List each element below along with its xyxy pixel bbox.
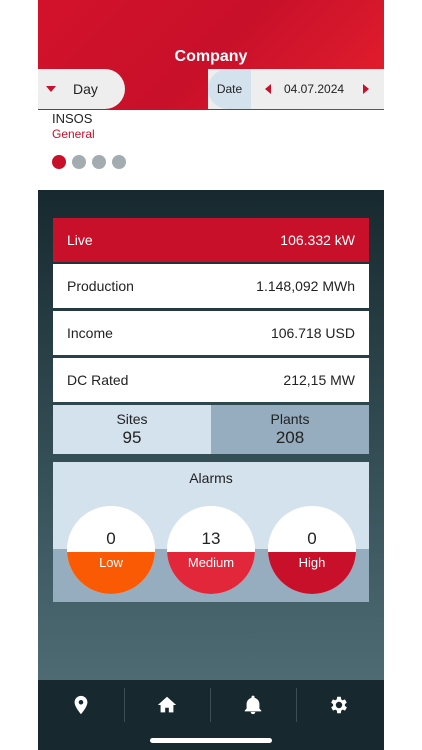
alarm-low-badge[interactable]: 0 Low: [67, 506, 155, 594]
page-indicator: [52, 155, 126, 169]
header: Company Day Date 04.07.2024: [38, 0, 384, 110]
alarm-medium-badge[interactable]: 13 Medium: [167, 506, 255, 594]
live-label: Live: [67, 232, 93, 248]
dc-rated-label: DC Rated: [67, 372, 129, 388]
alarms-title: Alarms: [189, 470, 233, 486]
alarm-medium-label: Medium: [187, 555, 235, 570]
dc-rated-row[interactable]: DC Rated 212,15 MW: [53, 358, 369, 402]
alarms-section: Alarms 0 Low 13 Medium 0 High: [53, 462, 369, 602]
plants-value: 208: [275, 428, 305, 447]
page-dot-2[interactable]: [72, 155, 86, 169]
tab-home[interactable]: [124, 680, 210, 730]
tab-settings[interactable]: [296, 680, 382, 730]
alarm-low-count: 0: [106, 529, 116, 548]
counts-section: Sites 95 Plants 208: [53, 405, 369, 454]
alarm-high-badge[interactable]: 0 High: [268, 506, 356, 594]
dc-rated-value: 212,15 MW: [283, 372, 355, 388]
alarm-high-count: 0: [307, 529, 317, 548]
plants-tile[interactable]: Plants 208: [211, 405, 369, 454]
home-icon: [157, 696, 177, 713]
income-label: Income: [67, 325, 113, 341]
tab-bar: [38, 680, 384, 750]
live-row[interactable]: Live 106.332 kW: [53, 218, 369, 262]
site-subtitle: General: [52, 127, 95, 141]
dashboard-panel: Live 106.332 kW Production 1.148,092 MWh…: [38, 190, 384, 680]
production-label: Production: [67, 278, 134, 294]
live-value: 106.332 kW: [280, 232, 355, 248]
date-selector: Date 04.07.2024: [208, 69, 384, 109]
page-dot-3[interactable]: [92, 155, 106, 169]
date-value[interactable]: 04.07.2024: [284, 82, 344, 96]
next-date-button[interactable]: [363, 84, 369, 94]
app-screen: Company Day Date 04.07.2024 INSOS Genera…: [38, 0, 384, 750]
plants-label: Plants: [270, 411, 310, 427]
alarm-low-label: Low: [99, 555, 123, 570]
sites-tile[interactable]: Sites 95: [53, 405, 211, 454]
home-indicator[interactable]: [150, 738, 272, 743]
income-value: 106.718 USD: [270, 325, 355, 341]
sites-value: 95: [122, 428, 142, 447]
tab-alarms[interactable]: [210, 680, 296, 730]
production-row[interactable]: Production 1.148,092 MWh: [53, 264, 369, 308]
previous-date-button[interactable]: [265, 84, 271, 94]
date-label: Date: [208, 69, 251, 109]
tab-map[interactable]: [38, 680, 124, 730]
site-name: INSOS: [52, 111, 93, 126]
production-value: 1.148,092 MWh: [256, 278, 355, 294]
bell-icon: [244, 695, 262, 715]
alarm-high-label: High: [298, 555, 326, 570]
period-selector[interactable]: Day: [38, 69, 125, 109]
sites-label: Sites: [116, 411, 148, 427]
income-row[interactable]: Income 106.718 USD: [53, 311, 369, 355]
period-label: Day: [73, 81, 98, 97]
page-dot-4[interactable]: [112, 155, 126, 169]
location-pin-icon: [74, 695, 88, 715]
page-title: Company: [174, 48, 248, 65]
gear-icon: [331, 696, 347, 714]
dropdown-arrow-icon: [46, 86, 56, 92]
page-dot-1[interactable]: [52, 155, 66, 169]
alarm-medium-count: 13: [201, 529, 221, 548]
